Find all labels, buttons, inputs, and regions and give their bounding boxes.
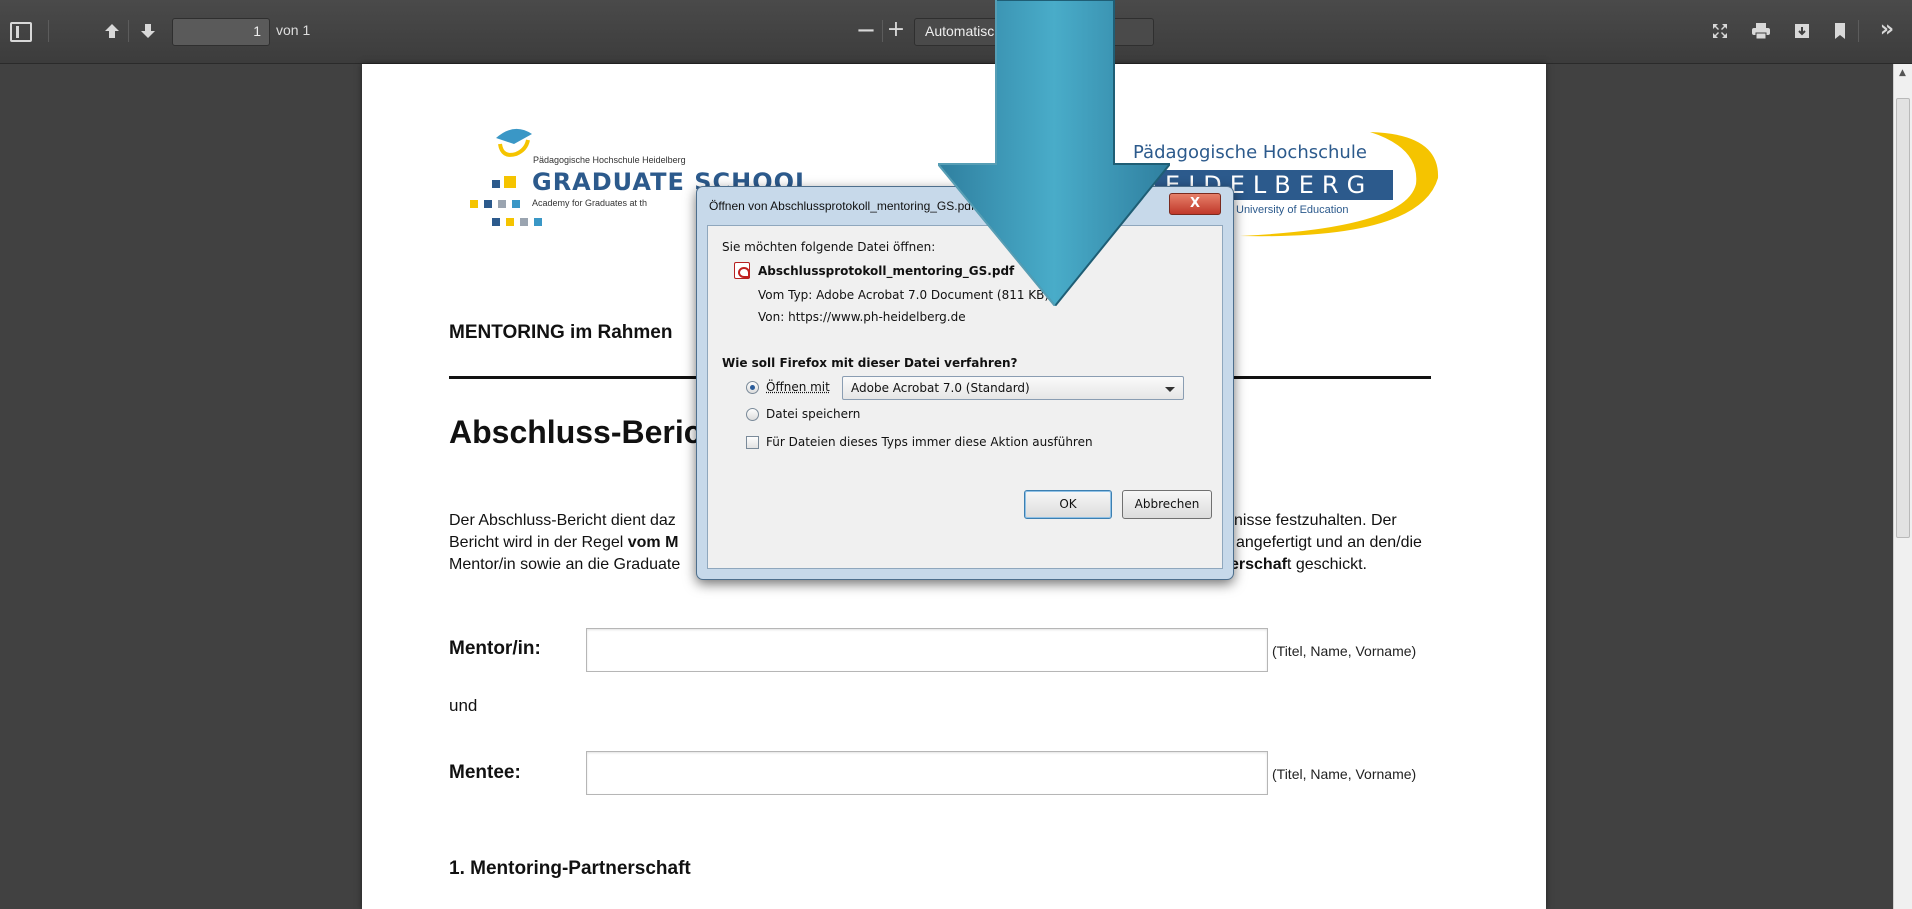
logo-square (512, 200, 520, 208)
document-title: Abschluss-Beric (449, 414, 702, 450)
mentor-label: Mentor/in: (449, 638, 541, 659)
mentor-hint: (Titel, Name, Vorname) (1272, 643, 1417, 659)
mentoring-heading: MENTORING im Rahmen (449, 322, 673, 343)
print-icon[interactable] (1750, 22, 1772, 42)
page-number-input[interactable]: 1 (172, 18, 270, 46)
bookmark-icon[interactable] (1832, 22, 1848, 42)
toolbar-separator (48, 20, 49, 42)
gs-academy: Academy for Graduates at th (532, 198, 648, 208)
pdf-file-icon (734, 262, 750, 279)
arrow-down-icon[interactable] (138, 22, 158, 42)
page-count: von 1 (276, 22, 311, 38)
application-select-value: Adobe Acrobat 7.0 (Standard) (851, 381, 1030, 395)
dialog-intro: Sie möchten folgende Datei öffnen: (722, 240, 936, 254)
paragraph-line: Mentor/in sowie an die Graduate (449, 556, 681, 573)
tools-icon[interactable]: » (1872, 19, 1902, 44)
paragraph-line: angefertigt und an den/die (1236, 534, 1422, 551)
paragraph-line: Bericht wird in der Regel vom M (449, 534, 678, 552)
gs-institution: Pädagogische Hochschule Heidelberg (533, 155, 686, 165)
logo-square (534, 218, 542, 226)
graduation-cap-icon (496, 128, 532, 157)
arrow-up-icon[interactable] (102, 22, 122, 42)
logo-square (520, 218, 528, 226)
logo-square (492, 218, 500, 226)
logo-square (492, 180, 500, 188)
scrollbar-thumb[interactable] (1896, 98, 1910, 538)
application-select[interactable]: Adobe Acrobat 7.0 (Standard) (842, 376, 1184, 400)
download-arrow-icon (938, 0, 1170, 306)
logo-square (484, 200, 492, 208)
dialog-question: Wie soll Firefox mit dieser Datei verfah… (722, 356, 1018, 370)
dialog-source: Von: https://www.ph-heidelberg.de (758, 310, 966, 324)
sidebar-toggle-icon[interactable] (10, 22, 32, 42)
mentee-input[interactable] (586, 751, 1268, 795)
section-heading: 1. Mentoring-Partnerschaft (449, 858, 691, 879)
pdf-viewer: 1 von 1 — + Automatischer Zoom » Pädagog… (0, 0, 1912, 909)
paragraph-line: erschaft geschickt. (1230, 556, 1367, 574)
mentor-input[interactable] (586, 628, 1268, 672)
open-with-label[interactable]: Öffnen mit (766, 380, 830, 394)
open-with-radio[interactable] (746, 381, 759, 394)
logo-square (504, 176, 516, 188)
chevron-down-icon (1165, 387, 1175, 392)
paragraph-bold: erschaf (1230, 556, 1287, 573)
always-do-checkbox[interactable] (746, 436, 759, 449)
paragraph-line: Der Abschluss-Bericht dient daz (449, 512, 676, 529)
paragraph-text: t geschickt. (1286, 556, 1367, 573)
mentee-label: Mentee: (449, 762, 521, 783)
fullscreen-icon[interactable] (1710, 22, 1730, 42)
paragraph-bold: vom M (627, 534, 679, 551)
always-do-label[interactable]: Für Dateien dieses Typs immer diese Akti… (766, 435, 1093, 449)
save-file-radio[interactable] (746, 408, 759, 421)
cancel-button[interactable]: Abbrechen (1122, 490, 1212, 519)
logo-square (506, 218, 514, 226)
zoom-out-icon[interactable]: — (856, 20, 876, 42)
paragraph-line: nisse festzuhalten. Der (1234, 512, 1397, 529)
scroll-up-icon[interactable]: ▲ (1899, 68, 1906, 78)
vertical-scrollbar[interactable]: ▲ (1893, 64, 1912, 909)
mentee-hint: (Titel, Name, Vorname) (1272, 766, 1417, 782)
und-text: und (449, 696, 478, 715)
toolbar-separator (882, 20, 883, 42)
close-button[interactable]: X (1169, 193, 1221, 215)
paragraph-text: Bericht wird in der Regel (449, 534, 628, 551)
logo-square (470, 200, 478, 208)
download-icon[interactable] (1792, 22, 1812, 42)
zoom-in-icon[interactable]: + (886, 19, 906, 42)
logo-square (498, 200, 506, 208)
save-file-label[interactable]: Datei speichern (766, 407, 860, 421)
toolbar-separator (1858, 20, 1859, 42)
ph-university: University of Education (1236, 204, 1349, 216)
ok-button[interactable]: OK (1024, 490, 1112, 519)
dialog-title: Öffnen von Abschlussprotokoll_mentoring_… (709, 199, 975, 213)
toolbar-separator (128, 20, 129, 42)
